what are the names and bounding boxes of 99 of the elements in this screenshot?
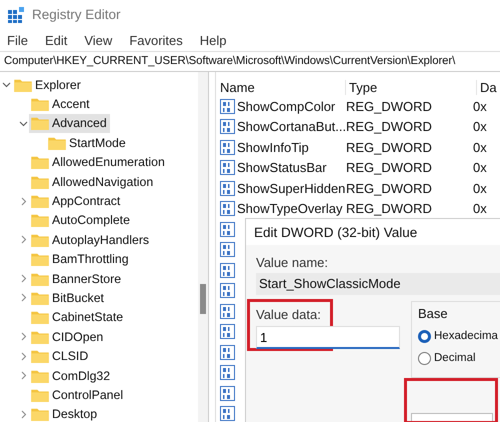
tree-item[interactable]: CLSID (29, 346, 92, 366)
folder-icon (31, 272, 49, 286)
binary-value-icon (220, 119, 235, 134)
binary-value-icon (220, 140, 235, 155)
folder-icon (31, 232, 49, 247)
tree-item[interactable]: Accent (29, 94, 93, 114)
chevron-right-icon[interactable] (18, 196, 28, 206)
tree-item[interactable]: ComDlg32 (29, 366, 114, 386)
value-name-field[interactable]: Start_ShowClassicMode (256, 273, 500, 295)
table-cell: ShowCompColor (237, 98, 336, 114)
tree-item[interactable]: Desktop (29, 404, 100, 422)
folder-icon (31, 116, 49, 130)
value-data-input[interactable]: 1 (256, 326, 400, 349)
binary-value-icon (220, 201, 235, 216)
chevron-right-icon[interactable] (18, 293, 28, 302)
binary-value-icon (220, 180, 235, 196)
table-cell-text: 0x (473, 119, 488, 134)
binary-value-icon (220, 98, 235, 114)
menu-item[interactable]: Help (200, 32, 227, 48)
table-cell-text: REG_DWORD (345, 119, 433, 134)
folder-icon (31, 407, 49, 422)
chevron-right-icon[interactable] (18, 410, 28, 419)
binary-value-icon (220, 324, 235, 340)
chevron-down-icon[interactable] (18, 118, 28, 128)
menu-item[interactable]: View (84, 32, 112, 48)
folder-icon (31, 388, 49, 402)
tree-item[interactable]: StartMode (46, 133, 129, 152)
binary-value-icon (220, 262, 235, 278)
chevron-right-icon[interactable] (18, 332, 28, 342)
chevron-right-icon[interactable] (18, 371, 28, 380)
field-label: Value data: (256, 307, 322, 322)
binary-value-icon (220, 344, 235, 360)
folder-icon (31, 174, 49, 189)
folder-icon (31, 252, 49, 266)
table-cell: ShowStatusBar (237, 160, 327, 176)
scrollbar[interactable] (198, 72, 208, 422)
table-cell-text: 0x (473, 201, 488, 216)
column-header[interactable]: Type (345, 80, 476, 94)
chevron-right-icon[interactable] (18, 235, 28, 244)
tree-item[interactable]: CIDOpen (29, 327, 106, 346)
folder-icon (31, 155, 49, 170)
table-cell: ShowSuperHidden (237, 180, 346, 196)
menu-item[interactable]: Favorites (129, 32, 183, 48)
folder-icon (48, 136, 66, 150)
chevron-down-icon[interactable] (2, 80, 10, 90)
tree-item[interactable]: AllowedNavigation (29, 172, 156, 192)
radio-option[interactable]: Hexadecima (418, 325, 500, 347)
table-cell: ShowInfoTip (237, 140, 309, 155)
tree-item[interactable]: AutoplayHandlers (29, 230, 152, 250)
address-bar[interactable]: Computer\HKEY_CURRENT_USER\Software\Microsoft\Windows\CurrentVersion\Explorer\ (0, 51, 500, 72)
binary-value-icon (220, 283, 235, 298)
folder-icon (31, 290, 49, 305)
folder-icon (14, 78, 32, 92)
menu-item[interactable]: Edit (44, 32, 68, 48)
binary-value-icon (220, 222, 235, 237)
table-cell-text: 0x (473, 180, 488, 196)
binary-value-icon (220, 365, 235, 380)
tree-item[interactable]: Explorer (12, 75, 84, 94)
tree-item[interactable]: BannerStore (29, 269, 124, 288)
table-cell-text: 0x (473, 140, 488, 155)
tree-item[interactable]: AutoComplete (29, 210, 133, 230)
tree-item[interactable]: AppContract (29, 192, 124, 211)
binary-value-icon (220, 386, 235, 401)
dialog-title: Edit DWORD (32-bit) Value (254, 224, 418, 240)
table-cell: ShowCortanaBut... (237, 119, 346, 134)
table-cell: ShowTypeOverlay (237, 201, 342, 216)
tree-item[interactable]: BamThrottling (29, 250, 132, 269)
table-cell-text: REG_DWORD (345, 98, 433, 114)
folder-icon (31, 97, 49, 112)
folder-icon (31, 310, 49, 324)
table-cell-text: REG_DWORD (345, 140, 433, 155)
tree-item[interactable]: AllowedEnumeration (29, 152, 168, 172)
field-label: Value name: (256, 255, 330, 270)
table-cell-text: REG_DWORD (345, 180, 433, 196)
window-title: Registry Editor (32, 7, 121, 22)
table-cell-text: 0x (473, 98, 488, 114)
column-header[interactable]: Da (476, 80, 500, 94)
folder-icon (31, 213, 49, 228)
tree-item[interactable]: Advanced (29, 114, 110, 133)
folder-icon (31, 194, 49, 208)
tree-item[interactable]: BitBucket (29, 288, 107, 308)
table-cell-text: 0x (473, 160, 488, 176)
tree-item[interactable]: CabinetState (29, 308, 126, 327)
folder-icon (31, 349, 49, 364)
binary-value-icon (220, 160, 235, 176)
table-cell-text: REG_DWORD (345, 201, 433, 216)
folder-icon (31, 330, 49, 344)
chevron-right-icon[interactable] (18, 274, 28, 284)
table-cell-text: REG_DWORD (345, 160, 433, 176)
group-label: Base (418, 306, 449, 321)
registry-editor-icon (8, 6, 24, 22)
binary-value-icon (220, 304, 235, 319)
tree-item[interactable]: ControlPanel (29, 385, 126, 404)
menu-item[interactable]: File (7, 32, 28, 48)
folder-icon (31, 368, 49, 383)
binary-value-icon (220, 242, 235, 258)
radio-option[interactable]: Decimal (418, 347, 500, 369)
chevron-right-icon[interactable] (18, 352, 28, 361)
column-header[interactable]: Name (220, 80, 345, 94)
